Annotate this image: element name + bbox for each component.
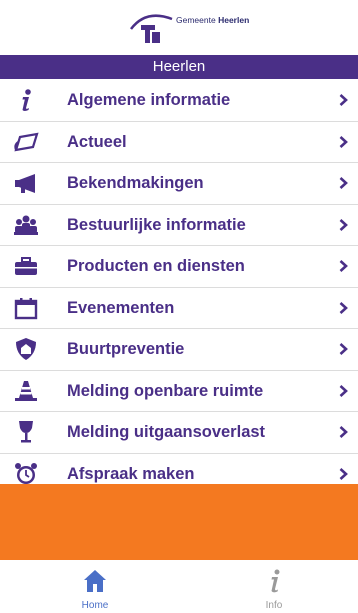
info-icon — [22, 89, 31, 111]
alarm-clock-icon — [15, 462, 37, 484]
menu-item-label: Melding uitgaansoverlast — [67, 423, 266, 441]
newspaper-icon — [14, 132, 39, 151]
chevron-right-icon — [339, 384, 348, 397]
menu-item-label: Melding openbare ruimte — [67, 381, 264, 400]
heerlen-logo-icon — [130, 14, 173, 43]
chevron-right-icon — [339, 426, 348, 438]
chevron-right-icon — [339, 301, 348, 314]
orange-banner — [0, 484, 358, 560]
menu-item-evenementen[interactable]: Evenementen — [0, 288, 358, 329]
main-menu: Algemene informatie Actueel Bekendmaking… — [0, 80, 358, 494]
chevron-right-icon — [339, 343, 348, 355]
menu-item-label: Algemene informatie — [67, 91, 231, 109]
logo-name: Heerlen — [218, 15, 250, 25]
chevron-right-icon — [339, 467, 348, 480]
calendar-icon — [14, 297, 38, 319]
menu-item-buurtpreventie[interactable]: Buurtpreventie — [0, 329, 358, 371]
menu-item-label: Producten en diensten — [67, 257, 245, 275]
info-icon — [271, 569, 280, 593]
header-title: Heerlen — [0, 55, 358, 79]
menu-item-algemene-informatie[interactable]: Algemene informatie — [0, 80, 358, 122]
house-shield-icon — [16, 338, 36, 360]
megaphone-icon — [15, 174, 35, 193]
group-icon — [14, 215, 38, 235]
traffic-cone-icon — [15, 380, 37, 401]
menu-item-producten-en-diensten[interactable]: Producten en diensten — [0, 246, 358, 288]
menu-item-label: Buurtpreventie — [67, 340, 185, 358]
menu-item-bestuurlijke-informatie[interactable]: Bestuurlijke informatie — [0, 205, 358, 246]
briefcase-icon — [15, 257, 37, 275]
chevron-right-icon — [339, 218, 348, 231]
chevron-right-icon — [339, 260, 348, 272]
menu-item-label: Evenementen — [67, 298, 175, 317]
menu-item-label: Bekendmakingen — [67, 174, 204, 192]
tab-info[interactable]: Info — [234, 560, 314, 613]
menu-item-bekendmakingen[interactable]: Bekendmakingen — [0, 163, 358, 205]
home-icon — [84, 570, 106, 592]
menu-item-melding-uitgaansoverlast[interactable]: Melding uitgaansoverlast — [0, 412, 358, 454]
menu-item-actueel[interactable]: Actueel — [0, 122, 358, 163]
tab-bar: Home Info — [0, 560, 358, 613]
logo-text: Gemeente Heerlen — [176, 15, 249, 25]
menu-item-label: Bestuurlijke informatie — [67, 215, 246, 234]
menu-item-melding-openbare-ruimte[interactable]: Melding openbare ruimte — [0, 371, 358, 412]
glass-icon — [19, 421, 33, 443]
tab-home-label: Home — [81, 600, 109, 611]
chevron-right-icon — [339, 135, 348, 148]
logo-bar: Gemeente Heerlen — [0, 0, 358, 52]
tab-info-label: Info — [265, 600, 283, 611]
chevron-right-icon — [339, 94, 348, 106]
chevron-right-icon — [339, 177, 348, 189]
menu-item-label: Actueel — [67, 132, 127, 151]
logo-prefix: Gemeente — [176, 15, 216, 25]
tab-home[interactable]: Home — [55, 560, 135, 613]
